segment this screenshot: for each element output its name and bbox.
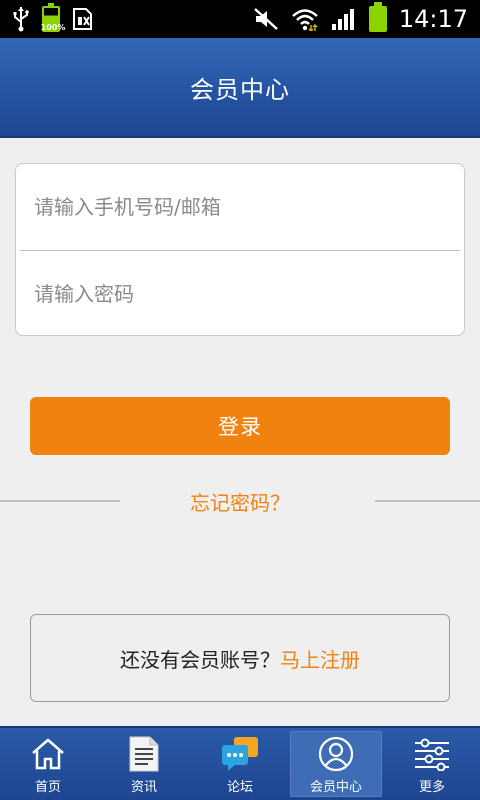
bottom-nav: 首页 资讯 论坛 会员中心 更多 [0, 726, 480, 800]
account-input[interactable] [16, 164, 464, 250]
forgot-password-row: 忘记密码？ [0, 484, 480, 518]
sliders-icon [412, 734, 452, 774]
nav-item-member-center[interactable]: 会员中心 [288, 728, 384, 800]
register-link[interactable]: 马上注册 [280, 644, 360, 673]
forgot-password-link[interactable]: 忘记密码？ [190, 487, 290, 516]
login-form [15, 163, 465, 337]
app-notification-icon [72, 5, 94, 33]
user-icon [316, 734, 356, 774]
nav-label-member-center: 会员中心 [309, 779, 362, 795]
status-clock: 14:17 [398, 5, 468, 33]
document-icon [124, 734, 164, 774]
title-bar: 会员中心 [0, 38, 480, 138]
password-input[interactable] [16, 251, 464, 337]
nav-label-forum: 论坛 [226, 779, 253, 795]
battery-status-icon: 100% [41, 3, 65, 33]
login-button[interactable]: 登录 [30, 397, 450, 455]
nav-item-forum[interactable]: 论坛 [192, 728, 288, 800]
chat-bubble-icon [220, 734, 260, 774]
register-box: 还没有会员账号？ 马上注册 [30, 614, 450, 702]
usb-icon [12, 5, 30, 33]
status-right: 14:17 [253, 2, 468, 33]
status-left: 100% [12, 3, 94, 33]
signal-strength-icon [331, 5, 357, 33]
divider-line-right [375, 500, 480, 502]
home-icon [28, 734, 68, 774]
page-title: 会员中心 [190, 75, 290, 104]
nav-item-more[interactable]: 更多 [384, 728, 480, 800]
wifi-icon [291, 5, 319, 33]
battery-percent: 100% [40, 23, 66, 32]
mute-icon [253, 5, 279, 33]
nav-item-news[interactable]: 资讯 [96, 728, 192, 800]
nav-label-home: 首页 [34, 779, 61, 795]
status-bar: 100% 14:17 [0, 0, 480, 38]
divider-line-left [0, 500, 120, 502]
nav-label-more: 更多 [418, 779, 445, 795]
nav-item-home[interactable]: 首页 [0, 728, 96, 800]
battery-icon [368, 2, 387, 33]
register-prompt: 还没有会员账号？ [120, 647, 280, 672]
nav-label-news: 资讯 [130, 779, 157, 795]
